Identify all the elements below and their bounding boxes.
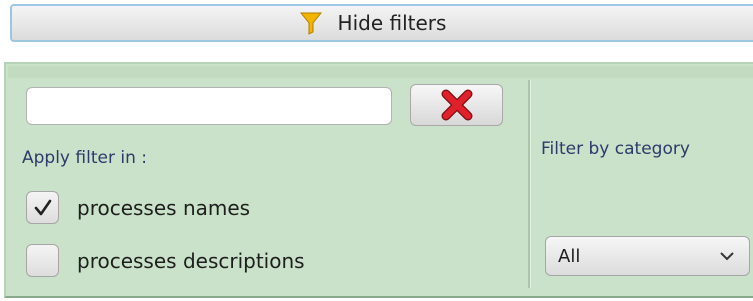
chevron-down-icon: [720, 252, 734, 261]
panel-shade: [8, 66, 753, 78]
clear-icon: [441, 89, 472, 121]
processes-names-option[interactable]: processes names: [26, 191, 250, 224]
hide-filters-button[interactable]: Hide filters: [10, 4, 753, 42]
hide-filters-label: Hide filters: [337, 11, 447, 35]
hide-filters-content: Hide filters: [299, 11, 447, 35]
category-selected-value: All: [558, 245, 581, 267]
processes-names-checkbox[interactable]: [26, 191, 59, 224]
checkmark-icon: [34, 199, 51, 215]
category-select[interactable]: All: [545, 236, 750, 276]
apply-filter-label: Apply filter in :: [22, 148, 147, 168]
processes-descriptions-label: processes descriptions: [77, 248, 305, 273]
funnel-icon: [299, 11, 322, 35]
clear-filter-button[interactable]: [410, 84, 503, 126]
filter-text-input[interactable]: [26, 87, 392, 125]
processes-names-label: processes names: [77, 195, 251, 220]
processes-descriptions-checkbox[interactable]: [26, 244, 59, 277]
processes-descriptions-option[interactable]: processes descriptions: [26, 244, 305, 277]
panel-divider: [528, 80, 531, 288]
filter-by-category-label: Filter by category: [541, 139, 690, 159]
